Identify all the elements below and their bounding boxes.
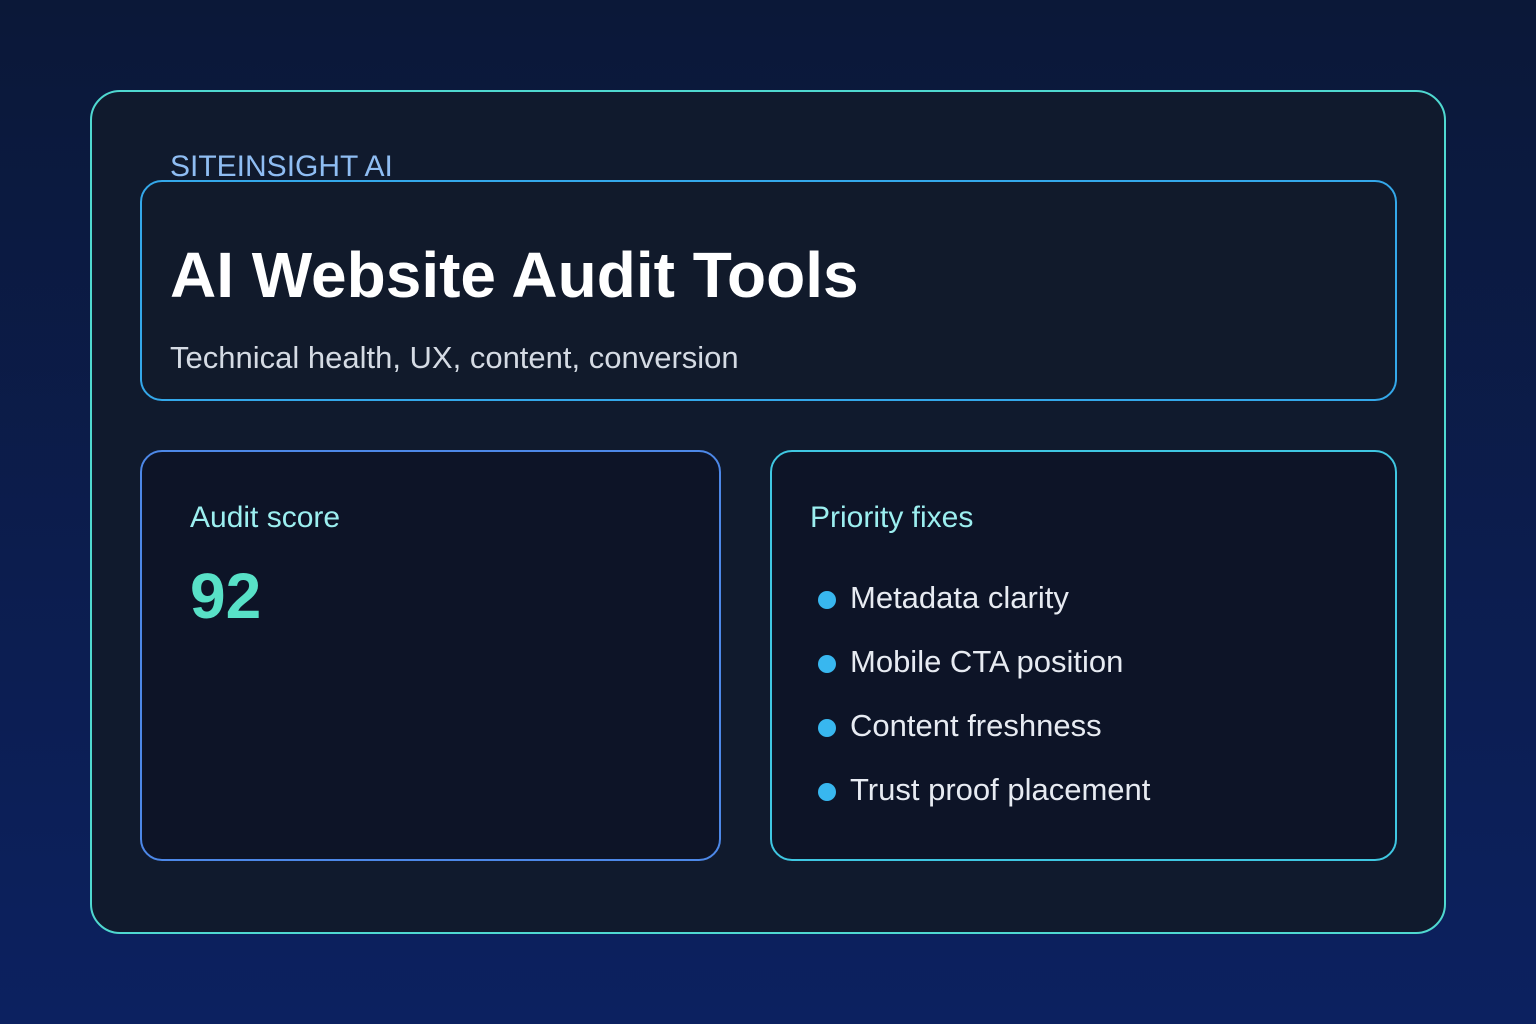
bullet-dot-icon — [818, 783, 836, 801]
bullet-dot-icon — [818, 591, 836, 609]
page-subtitle: Technical health, UX, content, conversio… — [170, 340, 739, 375]
page-title: AI Website Audit Tools — [170, 239, 859, 311]
priority-fix-text: Mobile CTA position — [850, 644, 1124, 679]
priority-fix-text: Content freshness — [850, 708, 1102, 743]
priority-fix-text: Metadata clarity — [850, 580, 1069, 615]
bullet-dot-icon — [818, 719, 836, 737]
priority-fix-item: Trust proof placement — [818, 768, 1150, 832]
brand-name: SITEINSIGHT AI — [170, 150, 393, 183]
priority-fix-item: Mobile CTA position — [818, 640, 1150, 704]
priority-fix-item: Content freshness — [818, 704, 1150, 768]
audit-score-value: 92 — [190, 560, 262, 632]
bullet-dot-icon — [818, 655, 836, 673]
priority-fix-item: Metadata clarity — [818, 576, 1150, 640]
priority-fixes-label: Priority fixes — [810, 501, 974, 534]
audit-score-label: Audit score — [190, 501, 341, 534]
priority-fix-text: Trust proof placement — [850, 772, 1151, 807]
priority-fixes-list: Metadata clarity Mobile CTA position Con… — [818, 576, 1150, 832]
